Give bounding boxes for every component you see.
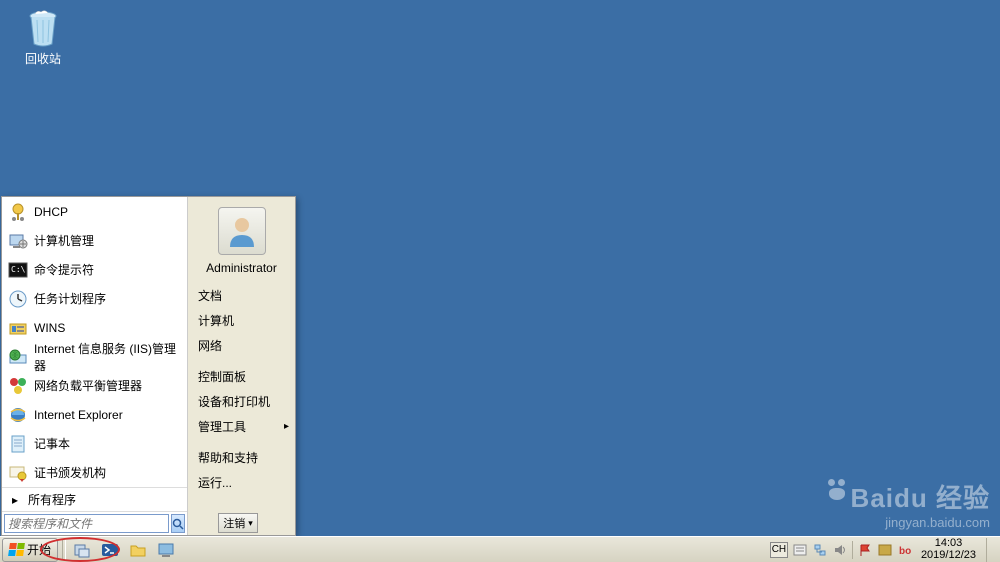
start-menu-program-ie[interactable]: Internet Explorer [2,400,187,429]
tray-action-icon[interactable] [877,542,893,558]
start-menu-link-devices-printers[interactable]: 设备和打印机 [188,389,295,414]
start-label: 开始 [27,541,51,558]
start-button[interactable]: 开始 [2,538,58,562]
start-menu-program-computer-mgmt[interactable]: 计算机管理 [2,226,187,255]
start-menu-link-documents[interactable]: 文档 [188,283,295,308]
start-menu-program-dhcp[interactable]: DHCP [2,197,187,226]
show-desktop-icon [157,541,175,559]
program-label: 证书颁发机构 [34,464,106,481]
link-label: 帮助和支持 [198,449,258,466]
logoff-button[interactable]: 注销 [218,513,258,533]
desktop-icon-label: 回收站 [15,50,71,67]
link-label: 控制面板 [198,368,246,385]
explorer-icon [129,541,147,559]
search-icon [172,518,184,530]
language-indicator[interactable]: CH [770,542,788,558]
program-label: 网络负载平衡管理器 [34,377,142,394]
start-menu-left-panel: DHCP 计算机管理 C:\ 命令提示符 任务计划程序 WINS [2,197,188,535]
system-tray: CH bo 14:03 2019/12/23 [766,537,1000,562]
desktop-icon-recycle-bin[interactable]: 回收站 [15,8,71,67]
start-menu-program-task-scheduler[interactable]: 任务计划程序 [2,284,187,313]
program-label: DHCP [34,205,68,219]
ie-icon [8,405,28,425]
iis-icon [8,347,28,367]
notepad-icon [8,434,28,454]
link-label: 设备和打印机 [198,393,270,410]
program-label: 命令提示符 [34,261,94,278]
user-name: Administrator [188,261,295,275]
start-menu: DHCP 计算机管理 C:\ 命令提示符 任务计划程序 WINS [1,196,296,536]
watermark-brand: Baidu 经验 [851,483,990,513]
quick-launch-powershell[interactable] [96,539,124,561]
start-menu-right-panel: Administrator 文档 计算机 网络 控制面板 设备和打印机 管理工具… [188,197,295,535]
clock-date: 2019/12/23 [921,550,976,562]
taskbar: 开始 CH bo 14:03 2019/12/23 [0,536,1000,562]
nlb-icon [8,376,28,396]
start-menu-link-computer[interactable]: 计算机 [188,308,295,333]
program-label: 任务计划程序 [34,290,106,307]
tray-ime2-icon[interactable]: bo [897,542,913,558]
tray-ime-icon[interactable] [792,542,808,558]
quick-launch-show-desktop[interactable] [152,539,180,561]
wins-icon [8,318,28,338]
start-menu-link-network[interactable]: 网络 [188,333,295,358]
svg-text:bo: bo [899,546,911,557]
clock-time: 14:03 [921,538,976,550]
powershell-icon [101,541,119,559]
computer-mgmt-icon [8,231,28,251]
task-scheduler-icon [8,289,28,309]
cmd-icon: C:\ [8,260,28,280]
start-menu-link-help[interactable]: 帮助和支持 [188,445,295,470]
start-menu-link-run[interactable]: 运行... [188,470,295,495]
dhcp-icon [8,202,28,222]
start-menu-program-notepad[interactable]: 记事本 [2,429,187,458]
tray-audio-icon[interactable] [832,542,848,558]
start-menu-program-cmd[interactable]: C:\ 命令提示符 [2,255,187,284]
program-label: 计算机管理 [34,232,94,249]
watermark-url: jingyan.baidu.com [825,515,990,530]
link-label: 计算机 [198,312,234,329]
start-menu-all-programs[interactable]: ▸ 所有程序 [2,487,187,511]
show-desktop-button[interactable] [986,538,996,562]
user-avatar-icon [218,207,266,255]
start-menu-link-control-panel[interactable]: 控制面板 [188,364,295,389]
cert-icon [8,463,28,483]
search-input[interactable] [4,514,169,533]
tray-flag-icon[interactable] [857,542,873,558]
link-label: 网络 [198,337,222,354]
paw-icon [825,479,849,503]
all-programs-label: 所有程序 [28,491,76,508]
tray-separator [852,541,853,559]
program-label: 记事本 [34,435,70,452]
tray-network-icon[interactable] [812,542,828,558]
quick-launch-separator [62,540,66,560]
start-menu-program-cert[interactable]: 证书颁发机构 [2,458,187,487]
program-label: Internet Explorer [34,408,123,422]
quick-launch-explorer[interactable] [124,539,152,561]
logoff-label: 注销 [223,515,245,531]
watermark: Baidu 经验 jingyan.baidu.com [825,478,990,530]
program-label: Internet 信息服务 (IIS)管理器 [34,340,181,374]
start-menu-search-row [2,511,187,535]
arrow-right-icon: ▸ [12,493,18,507]
start-menu-program-wins[interactable]: WINS [2,313,187,342]
program-label: WINS [34,321,65,335]
recycle-bin-icon [25,8,61,48]
svg-text:C:\: C:\ [11,265,26,274]
taskbar-clock[interactable]: 14:03 2019/12/23 [917,538,980,561]
quick-launch-server-manager[interactable] [68,539,96,561]
windows-flag-icon [8,543,25,556]
server-manager-icon [73,541,91,559]
start-menu-link-admin-tools[interactable]: 管理工具 [188,414,295,439]
link-label: 管理工具 [198,418,246,435]
start-menu-program-nlb[interactable]: 网络负载平衡管理器 [2,371,187,400]
start-menu-user-block: Administrator [188,203,295,283]
link-label: 运行... [198,474,232,491]
search-button[interactable] [171,514,185,533]
link-label: 文档 [198,287,222,304]
start-menu-program-iis[interactable]: Internet 信息服务 (IIS)管理器 [2,342,187,371]
